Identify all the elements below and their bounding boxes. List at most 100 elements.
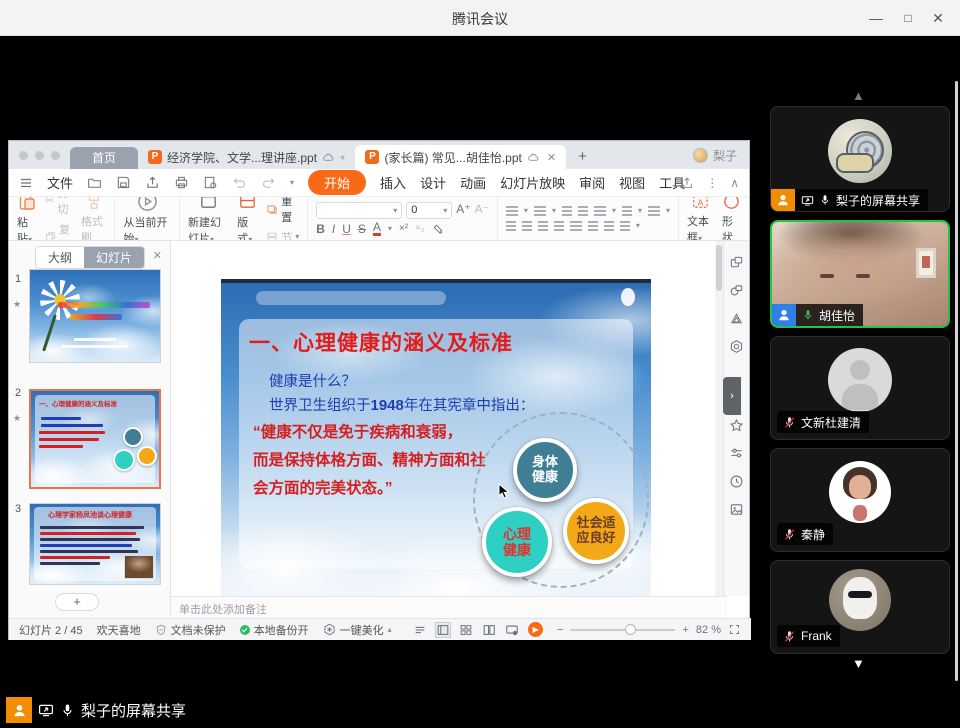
from-current-button[interactable]: 从当前开始▾ bbox=[123, 197, 171, 241]
panel-close-icon[interactable]: ✕ bbox=[153, 249, 162, 262]
fullscreen-icon[interactable] bbox=[728, 623, 741, 636]
participant-tile[interactable]: Frank bbox=[770, 560, 950, 654]
account-area[interactable]: 梨子 bbox=[693, 147, 737, 164]
cut-button[interactable]: ✂剪切 bbox=[45, 197, 73, 217]
presenter-view-icon[interactable] bbox=[505, 623, 519, 637]
shapes-button[interactable]: 形状 bbox=[722, 197, 741, 241]
object-layer-icon[interactable] bbox=[729, 255, 744, 270]
copy-button[interactable]: 复制 bbox=[45, 221, 73, 242]
menu-review[interactable]: 审阅 bbox=[579, 173, 605, 192]
undo-icon[interactable] bbox=[232, 175, 247, 190]
scroll-up-arrow[interactable]: ▲ bbox=[852, 88, 865, 103]
align-left-icon[interactable] bbox=[506, 221, 516, 231]
backup-status[interactable]: 本地备份开 bbox=[240, 622, 309, 638]
text-direction-icon[interactable] bbox=[594, 206, 606, 216]
more-caret-icon[interactable]: ▾ bbox=[290, 178, 294, 187]
traffic-dots[interactable] bbox=[19, 151, 60, 160]
columns-icon[interactable] bbox=[648, 206, 660, 216]
spacing-options-icon[interactable] bbox=[620, 221, 630, 231]
participant-tile[interactable]: 秦静 bbox=[770, 448, 950, 552]
strike-button[interactable]: S bbox=[358, 222, 366, 236]
slide-thumbnail-3[interactable]: 心理学家杨凤池谈心理健康 bbox=[29, 503, 161, 585]
image-tool-icon[interactable] bbox=[729, 502, 744, 517]
align-right-icon[interactable] bbox=[538, 221, 548, 231]
zoom-out-button[interactable]: − bbox=[557, 624, 563, 636]
collapse-ribbon-icon[interactable]: ∧ bbox=[730, 176, 739, 190]
menu-design[interactable]: 设计 bbox=[420, 173, 446, 192]
italic-button[interactable]: I bbox=[332, 222, 335, 236]
slide-canvas[interactable]: 一、心理健康的涵义及标准 健康是什么？ 世界卫生组织于1948年在其宪章中指出：… bbox=[221, 279, 651, 596]
menu-slideshow[interactable]: 幻灯片放映 bbox=[500, 173, 565, 192]
bullet-list-icon[interactable] bbox=[506, 206, 518, 216]
tab-home[interactable]: 首页 bbox=[70, 147, 138, 169]
tab-close-icon[interactable]: ✕ bbox=[547, 151, 556, 164]
settings-sliders-icon[interactable] bbox=[729, 446, 744, 461]
menu-file[interactable]: 文件 bbox=[47, 173, 73, 192]
outline-tab[interactable]: 大纲 bbox=[36, 247, 84, 268]
share-doc-icon[interactable] bbox=[680, 176, 694, 190]
text-box-button[interactable]: 文本框▾ bbox=[687, 197, 714, 241]
zoom-in-button[interactable]: + bbox=[682, 624, 688, 636]
align-center-icon[interactable] bbox=[522, 221, 532, 231]
protection-status[interactable]: 文档未保护 bbox=[155, 622, 226, 638]
distribute-icon[interactable] bbox=[570, 221, 582, 231]
add-slide-button[interactable]: + bbox=[55, 593, 99, 611]
reset-button[interactable]: 重置 bbox=[266, 197, 299, 225]
tab-doc-1[interactable]: P 经济学院、文学...理讲座.ppt ● bbox=[138, 145, 355, 169]
clear-format-icon[interactable] bbox=[432, 223, 444, 235]
export-icon[interactable] bbox=[145, 175, 160, 190]
panel-expand-tab[interactable]: › bbox=[723, 377, 741, 415]
slides-tab[interactable]: 幻灯片 bbox=[84, 247, 144, 268]
align-text-icon[interactable] bbox=[622, 206, 632, 216]
indent-increase-icon[interactable] bbox=[578, 206, 588, 216]
shape-fill-icon[interactable] bbox=[729, 283, 744, 298]
indent-decrease-icon[interactable] bbox=[562, 206, 572, 216]
format-painter-button[interactable]: 格式刷 bbox=[81, 197, 107, 241]
underline-button[interactable]: U bbox=[342, 222, 351, 236]
line-spacing-icon[interactable] bbox=[588, 221, 598, 231]
slide-thumbnail-1[interactable] bbox=[29, 269, 161, 363]
editor-scrollbar[interactable] bbox=[715, 241, 723, 596]
pyramid-icon[interactable] bbox=[729, 311, 744, 326]
layout-button[interactable]: 版式▾ bbox=[237, 197, 258, 241]
slideshow-play-button[interactable]: ▶ bbox=[528, 622, 543, 637]
history-icon[interactable] bbox=[729, 474, 744, 489]
slide-thumbnail-2-selected[interactable]: 一、心理健康的涵义及标准 bbox=[29, 389, 161, 489]
font-shrink-button[interactable]: A⁻ bbox=[475, 202, 489, 219]
hamburger-icon[interactable] bbox=[19, 176, 33, 190]
participant-tile-sharer[interactable]: 梨子的屏幕共享 bbox=[770, 106, 950, 212]
zoom-slider-knob[interactable] bbox=[625, 624, 636, 635]
participant-tile[interactable]: 文新杜建清 bbox=[770, 336, 950, 440]
menu-start[interactable]: 开始 bbox=[308, 170, 366, 195]
subscript-button[interactable]: ×₂ bbox=[415, 223, 425, 234]
new-slide-button[interactable]: 新建幻灯片▾ bbox=[188, 197, 229, 241]
close-button[interactable]: ✕ bbox=[924, 8, 952, 28]
normal-view-icon[interactable] bbox=[436, 623, 450, 637]
zoom-slider[interactable] bbox=[570, 629, 675, 631]
participant-tile-speaking[interactable]: 胡佳怡 bbox=[770, 220, 950, 328]
redo-icon[interactable] bbox=[261, 175, 276, 190]
notes-bar[interactable]: 单击此处添加备注 bbox=[171, 596, 727, 618]
numbered-list-icon[interactable] bbox=[534, 206, 546, 216]
menu-view[interactable]: 视图 bbox=[619, 173, 645, 192]
menu-animation[interactable]: 动画 bbox=[460, 173, 486, 192]
font-color-button[interactable]: A bbox=[373, 222, 381, 236]
font-size-select[interactable]: 0▾ bbox=[406, 202, 452, 219]
paste-button[interactable]: 粘贴▾ bbox=[17, 197, 37, 241]
justify-icon[interactable] bbox=[554, 221, 564, 231]
font-family-select[interactable]: ▾ bbox=[316, 202, 402, 219]
maximize-button[interactable]: □ bbox=[894, 8, 922, 28]
tab-doc-2-active[interactable]: P (家长篇) 常见...胡佳怡.ppt ✕ bbox=[355, 145, 566, 169]
membership-badge-icon[interactable] bbox=[729, 339, 744, 354]
kebab-menu-icon[interactable]: ⋮ bbox=[706, 176, 718, 190]
menu-insert[interactable]: 插入 bbox=[380, 173, 406, 192]
split-view-icon[interactable] bbox=[482, 623, 496, 637]
favorites-icon[interactable] bbox=[729, 418, 744, 433]
paragraph-spacing-icon[interactable] bbox=[604, 221, 614, 231]
sidebar-scrollbar[interactable] bbox=[955, 81, 958, 681]
preview-icon[interactable] bbox=[203, 175, 218, 190]
save-icon[interactable] bbox=[116, 175, 131, 190]
bold-button[interactable]: B bbox=[316, 222, 325, 236]
new-tab-button[interactable]: + bbox=[578, 148, 587, 165]
beautify-button[interactable]: 一键美化 ▴ bbox=[323, 622, 392, 638]
